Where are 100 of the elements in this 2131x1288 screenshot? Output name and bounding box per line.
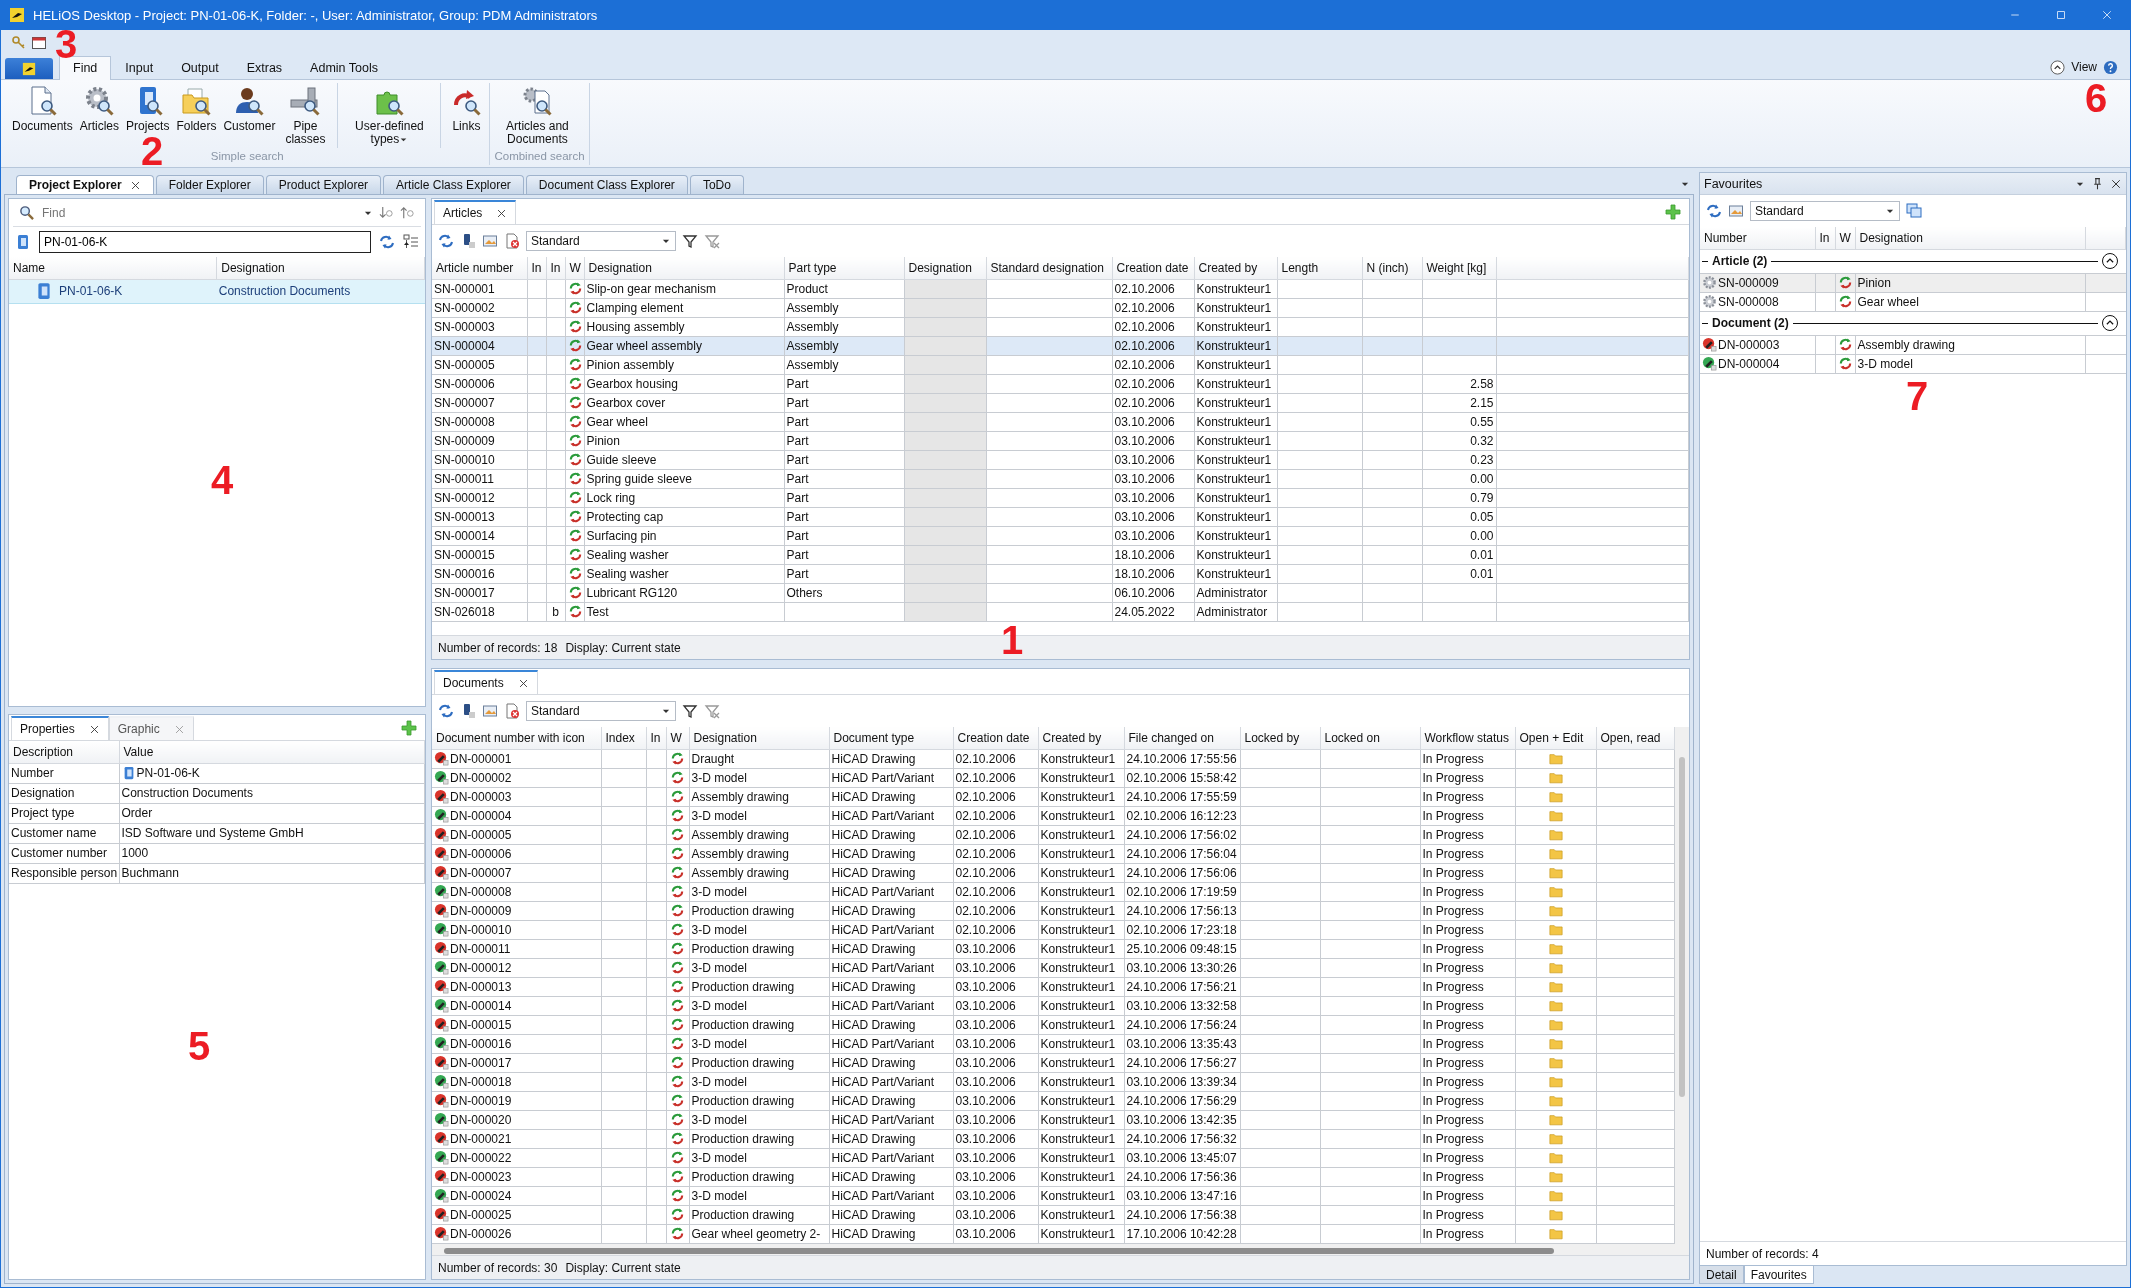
refresh-icon[interactable]	[379, 234, 395, 250]
column-header[interactable]: N (inch)	[1362, 257, 1422, 279]
image-icon[interactable]	[1728, 203, 1744, 219]
column-header[interactable]: Designation	[584, 257, 784, 279]
panel-tab[interactable]: Favourites	[1743, 1266, 1814, 1284]
panel-tab[interactable]: Articles	[434, 200, 517, 224]
ribbon-tab[interactable]: Admin Tools	[296, 56, 392, 80]
folder-icon[interactable]	[1548, 1036, 1563, 1051]
folder-icon[interactable]	[1548, 1226, 1563, 1241]
column-header[interactable]: Document number with icon	[432, 727, 601, 749]
ribbon-tab[interactable]: Input	[111, 56, 168, 80]
window-icon[interactable]	[31, 34, 47, 51]
column-header[interactable]: Number	[1700, 227, 1815, 249]
close-icon[interactable]	[496, 207, 508, 219]
column-header[interactable]: Creation date	[1112, 257, 1194, 279]
column-header[interactable]: File changed on	[1124, 727, 1240, 749]
ribbon-button[interactable]: User-defined types	[344, 83, 435, 148]
close-icon[interactable]	[2110, 177, 2122, 190]
image-icon[interactable]	[482, 703, 498, 719]
ribbon-button[interactable]: Pipe classes	[279, 83, 332, 148]
folder-icon[interactable]	[1548, 1112, 1563, 1127]
ribbon-button[interactable]: Customer	[220, 83, 279, 135]
folder-icon[interactable]	[1548, 1207, 1563, 1222]
close-icon[interactable]	[129, 179, 141, 191]
pin-icon[interactable]	[2091, 177, 2104, 190]
ribbon-button[interactable]: Articles	[76, 83, 123, 135]
column-header[interactable]: W	[666, 727, 689, 749]
collapse-ribbon-icon[interactable]	[2050, 59, 2066, 75]
column-header[interactable]: In	[646, 727, 666, 749]
folder-icon[interactable]	[1548, 941, 1563, 956]
column-header[interactable]: Designation	[904, 257, 986, 279]
folder-icon[interactable]	[1548, 751, 1563, 766]
project-field[interactable]: PN-01-06-K	[39, 231, 371, 253]
folder-icon[interactable]	[1548, 998, 1563, 1013]
folder-icon[interactable]	[1548, 789, 1563, 804]
view-dropdown[interactable]: Standard	[526, 701, 676, 721]
explorer-tab[interactable]: Product Explorer	[265, 175, 382, 194]
column-header[interactable]: W	[1835, 227, 1855, 249]
folder-icon[interactable]	[1548, 827, 1563, 842]
refresh-icon[interactable]	[438, 233, 454, 249]
column-header[interactable]: Locked by	[1240, 727, 1320, 749]
sort-descending-icon[interactable]	[379, 205, 394, 220]
column-header[interactable]: Description	[9, 741, 119, 763]
column-header[interactable]: Name	[9, 257, 217, 279]
clear-filter-icon[interactable]	[704, 233, 720, 249]
view-menu[interactable]: View	[2071, 60, 2097, 74]
ribbon-tab[interactable]: Extras	[232, 56, 297, 80]
refresh-icon[interactable]	[1706, 203, 1722, 219]
add-icon[interactable]	[1665, 203, 1681, 220]
explorer-tab[interactable]: Project Explorer	[16, 175, 154, 194]
image-icon[interactable]	[482, 233, 498, 249]
column-header[interactable]: In	[1815, 227, 1835, 249]
column-header[interactable]: Created by	[1194, 257, 1277, 279]
help-icon[interactable]	[2103, 59, 2118, 75]
delete-document-icon[interactable]	[504, 233, 520, 249]
column-header[interactable]: Document type	[829, 727, 953, 749]
collapse-button[interactable]	[2101, 315, 2118, 331]
app-menu-button[interactable]	[5, 58, 53, 79]
explorer-tab[interactable]: ToDo	[689, 175, 744, 194]
column-header[interactable]: Open, read	[1596, 727, 1675, 749]
filter-icon[interactable]	[682, 703, 698, 719]
panel-tab[interactable]: Documents	[434, 670, 538, 694]
explorer-tab[interactable]: Document Class Explorer	[525, 175, 688, 194]
folder-icon[interactable]	[1548, 1017, 1563, 1032]
folder-icon[interactable]	[1548, 1055, 1563, 1070]
ribbon-tab[interactable]: Output	[167, 56, 233, 80]
folder-icon[interactable]	[1548, 1093, 1563, 1108]
folder-icon[interactable]	[1548, 865, 1563, 880]
tree-options-icon[interactable]	[403, 234, 419, 250]
folder-icon[interactable]	[1548, 922, 1563, 937]
folder-icon[interactable]	[1548, 1188, 1563, 1203]
column-header[interactable]: Part type	[784, 257, 904, 279]
add-icon[interactable]	[401, 719, 417, 736]
column-header[interactable]: Weight [kg]	[1422, 257, 1496, 279]
tree-row[interactable]: PN-01-06-K Construction Documents	[9, 279, 425, 303]
column-header[interactable]: Designation	[216, 257, 425, 279]
panel-tab[interactable]: Detail	[1699, 1266, 1744, 1284]
close-icon[interactable]	[517, 677, 529, 689]
refresh-icon[interactable]	[438, 703, 454, 719]
folder-icon[interactable]	[1548, 1169, 1563, 1184]
filter-icon[interactable]	[682, 233, 698, 249]
folder-icon[interactable]	[1548, 884, 1563, 899]
folder-icon[interactable]	[1548, 808, 1563, 823]
explorer-tab[interactable]: Folder Explorer	[155, 175, 264, 194]
column-header[interactable]: Value	[119, 741, 425, 763]
ribbon-button[interactable]: Articles and Documents	[494, 83, 581, 148]
windows-icon[interactable]	[1906, 203, 1922, 219]
column-header[interactable]: Standard designation	[986, 257, 1112, 279]
collapse-button[interactable]	[2101, 253, 2118, 269]
view-dropdown[interactable]: Standard	[1750, 201, 1900, 221]
vertical-scrollbar[interactable]	[1675, 727, 1689, 1255]
panel-tab[interactable]: Graphic	[108, 716, 194, 740]
sort-ascending-icon[interactable]	[400, 205, 415, 220]
delete-document-icon[interactable]	[504, 703, 520, 719]
folder-icon[interactable]	[1548, 979, 1563, 994]
folder-icon[interactable]	[1548, 903, 1563, 918]
explorer-tab[interactable]: Article Class Explorer	[383, 175, 524, 194]
column-header[interactable]: Designation	[689, 727, 829, 749]
folder-icon[interactable]	[1548, 1131, 1563, 1146]
column-header[interactable]: Length	[1277, 257, 1362, 279]
